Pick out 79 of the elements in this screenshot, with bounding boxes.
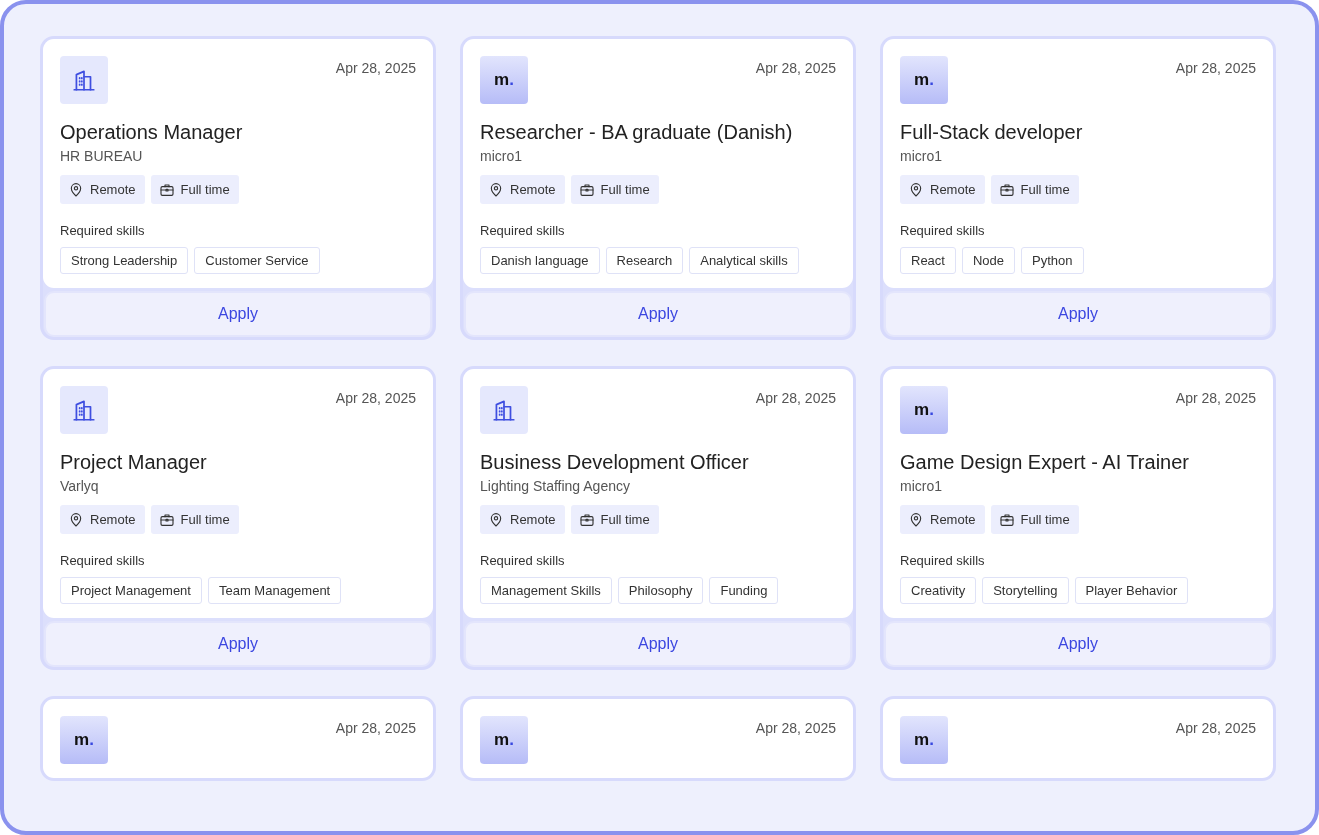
location-tag: Remote [60, 505, 145, 534]
posted-date: Apr 28, 2025 [1175, 390, 1256, 406]
job-title: Game Design Expert - AI Trainer [900, 450, 1190, 474]
posted-date: Apr 28, 2025 [335, 60, 416, 76]
briefcase-icon [998, 511, 1015, 528]
skills-label: Required skills [60, 553, 146, 569]
skill-tag: Funding [709, 577, 779, 604]
location-tag: Remote [480, 175, 565, 204]
apply-button[interactable]: Apply [464, 291, 852, 337]
skill-tag: Strong Leadership [60, 247, 189, 274]
skill-tag: Creativity [900, 577, 977, 604]
company-name: micro1 [480, 147, 523, 165]
location-pin-icon [488, 511, 504, 528]
skill-tag: Philosophy [617, 577, 704, 604]
job-type-tag: Full time [570, 175, 659, 204]
briefcase-icon [578, 511, 595, 528]
job-title: Operations Manager [60, 120, 244, 144]
briefcase-icon [158, 181, 175, 198]
location-pin-icon [68, 511, 84, 528]
posted-date: Apr 28, 2025 [335, 720, 416, 736]
skill-tag: Node [961, 247, 1016, 274]
job-title: Full-Stack developer [900, 120, 1084, 144]
apply-button[interactable]: Apply [44, 291, 432, 337]
skill-tag: Team Management [207, 577, 342, 604]
skill-tag: Customer Service [194, 247, 320, 274]
location-pin-icon [908, 181, 924, 198]
skill-tag: Player Behavior [1074, 577, 1189, 604]
company-logo: m. [480, 716, 528, 764]
briefcase-icon [158, 511, 175, 528]
skill-tag: Python [1021, 247, 1084, 274]
company-logo: m. [900, 716, 948, 764]
apply-button[interactable]: Apply [884, 291, 1272, 337]
posted-date: Apr 28, 2025 [755, 60, 836, 76]
skill-tag: Management Skills [480, 577, 612, 604]
company-name: Lighting Staffing Agency [480, 477, 631, 495]
job-title: Project Manager [60, 450, 208, 474]
location-tag: Remote [900, 505, 985, 534]
location-pin-icon [68, 181, 84, 198]
posted-date: Apr 28, 2025 [335, 390, 416, 406]
apply-button[interactable]: Apply [464, 621, 852, 667]
briefcase-icon [578, 181, 595, 198]
company-logo: m. [900, 56, 948, 104]
location-pin-icon [908, 511, 924, 528]
skills-label: Required skills [900, 553, 986, 569]
location-tag: Remote [60, 175, 145, 204]
job-title: Business Development Officer [480, 450, 750, 474]
company-name: micro1 [900, 147, 943, 165]
apply-button[interactable]: Apply [44, 621, 432, 667]
skills-label: Required skills [900, 223, 986, 239]
skills-label: Required skills [480, 223, 566, 239]
skill-tag: Storytelling [982, 577, 1069, 604]
company-name: HR BUREAU [60, 147, 144, 165]
skills-label: Required skills [60, 223, 146, 239]
skill-tag: Danish language [480, 247, 600, 274]
skill-tag: Research [605, 247, 684, 274]
company-logo: m. [480, 56, 528, 104]
company-name: micro1 [900, 477, 943, 495]
apply-button[interactable]: Apply [884, 621, 1272, 667]
job-type-tag: Full time [150, 175, 239, 204]
skills-label: Required skills [480, 553, 566, 569]
posted-date: Apr 28, 2025 [755, 390, 836, 406]
posted-date: Apr 28, 2025 [1175, 60, 1256, 76]
briefcase-icon [998, 181, 1015, 198]
job-type-tag: Full time [570, 505, 659, 534]
posted-date: Apr 28, 2025 [755, 720, 836, 736]
location-pin-icon [488, 181, 504, 198]
job-type-tag: Full time [150, 505, 239, 534]
company-logo: m. [900, 386, 948, 434]
company-logo: m. [60, 716, 108, 764]
posted-date: Apr 28, 2025 [1175, 720, 1256, 736]
job-type-tag: Full time [990, 175, 1079, 204]
skill-tag: Project Management [60, 577, 202, 604]
job-type-tag: Full time [990, 505, 1079, 534]
skill-tag: React [900, 247, 956, 274]
location-tag: Remote [900, 175, 985, 204]
company-name: Varlyq [60, 477, 100, 495]
job-title: Researcher - BA graduate (Danish) [480, 120, 794, 144]
skill-tag: Analytical skills [689, 247, 799, 274]
location-tag: Remote [480, 505, 565, 534]
